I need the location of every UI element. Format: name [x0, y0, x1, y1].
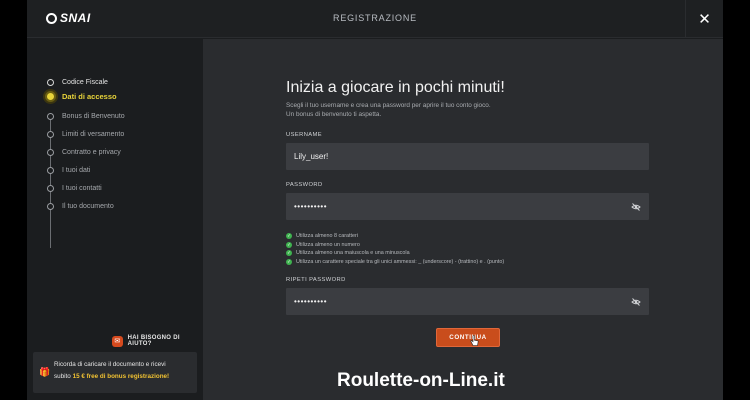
password-rule: ✓ Utilizza almeno una maiuscola e una min… [286, 249, 504, 258]
repeat-password-input[interactable] [286, 288, 649, 315]
repeat-password-mask: •••••••••• [294, 297, 328, 306]
hand-cursor-icon [470, 335, 479, 346]
step-label: Codice Fiscale [62, 78, 108, 86]
help-label: HAI BISOGNO DI AIUTO? [127, 335, 180, 347]
eye-slash-icon[interactable] [631, 297, 641, 307]
sidebar-step: Contratto e privacy [46, 145, 121, 159]
step-label: Contratto e privacy [62, 148, 121, 156]
rule-text: Utilizza almeno una maiuscola e una minu… [296, 250, 410, 257]
password-label: PASSWORD [286, 182, 323, 188]
step-dot-icon [47, 148, 54, 156]
form-subtitle: Scegli il tuo username e crea una passwo… [286, 101, 491, 119]
rule-text: Utilizza almeno un numero [296, 241, 360, 248]
username-label: USERNAME [286, 132, 323, 138]
step-label: I tuoi dati [62, 166, 91, 174]
sidebar-step: Limiti di versamento [46, 127, 124, 141]
password-rule: ✓ Utilizza almeno un numero [286, 241, 504, 250]
step-label: Il tuo documento [62, 202, 114, 210]
step-label: Limiti di versamento [62, 130, 125, 138]
rule-text: Utilizza almeno 8 caratteri [296, 233, 359, 240]
form-title: Inizia a giocare in pochi minuti! [286, 79, 505, 96]
step-dot-icon [47, 78, 54, 86]
check-icon: ✓ [286, 250, 292, 257]
rule-text: Utilizza un carattere speciale tra gli u… [296, 258, 505, 265]
check-icon: ✓ [286, 233, 292, 240]
help-button[interactable]: ✉ HAI BISOGNO DI AIUTO? [112, 335, 203, 347]
password-mask: •••••••••• [294, 202, 328, 211]
page-title: REGISTRAZIONE [333, 13, 417, 23]
sidebar-step: I tuoi contatti [46, 181, 102, 195]
promo-text-line1: Ricorda di caricare il documento e ricev… [54, 361, 166, 368]
password-rule: ✓ Utilizza un carattere speciale tra gli … [286, 258, 504, 267]
sidebar-step: Il tuo documento [46, 199, 114, 213]
step-label: Bonus di Benvenuto [62, 112, 125, 120]
step-dot-icon [45, 90, 56, 102]
password-rules-list: ✓ Utilizza almeno 8 caratteri ✓ Utilizza al… [286, 232, 504, 266]
username-input[interactable] [286, 143, 649, 170]
promo-banner: 🎁 Ricorda di caricare il documento e ric… [33, 352, 197, 393]
sidebar-step: I tuoi dati [46, 163, 90, 177]
steps-sidebar: Codice Fiscale Dati di accesso Bonus di Be… [27, 39, 203, 400]
step-dot-icon [47, 112, 54, 120]
subtitle-line1: Scegli il tuo username e crea una passwo… [286, 102, 491, 109]
step-label: Dati di accesso [62, 91, 117, 101]
registration-modal: SNAI REGISTRAZIONE ✕ Codice Fiscale Dati … [27, 0, 723, 400]
check-icon: ✓ [286, 258, 292, 265]
close-button[interactable]: ✕ [685, 0, 723, 38]
close-icon: ✕ [698, 10, 711, 28]
sidebar-step: Dati di accesso [45, 89, 117, 103]
step-dot-icon [47, 184, 54, 192]
chat-icon: ✉ [112, 335, 123, 347]
watermark-text: Roulette-on-Line.it [337, 370, 505, 391]
modal-header: SNAI REGISTRAZIONE ✕ [27, 0, 723, 38]
promo-prefix: subito [54, 373, 71, 380]
repeat-password-label: RIPETI PASSWORD [286, 277, 346, 283]
step-dot-icon [47, 202, 54, 210]
step-dot-icon [47, 166, 54, 174]
sidebar-step: Codice Fiscale [46, 75, 108, 89]
gift-icon: 🎁 [39, 367, 51, 377]
subtitle-line2: Un bonus di benvenuto ti aspetta. [286, 111, 382, 118]
main-form-panel: Inizia a giocare in pochi minuti! Scegli… [203, 39, 723, 400]
promo-suffix: free di bonus registrazione! [86, 373, 170, 380]
check-icon: ✓ [286, 241, 292, 248]
promo-text-line2: subito 15 € free di bonus registrazione! [54, 373, 169, 380]
step-dot-icon [47, 130, 54, 138]
sidebar-step: Bonus di Benvenuto [46, 109, 125, 123]
password-input[interactable] [286, 193, 649, 220]
continue-button[interactable]: CONTINUA [436, 328, 500, 347]
step-label: I tuoi contatti [62, 184, 102, 192]
password-rule: ✓ Utilizza almeno 8 caratteri [286, 232, 504, 241]
screen-frame: SNAI REGISTRAZIONE ✕ Codice Fiscale Dati … [0, 0, 750, 400]
promo-amount: 15 € [72, 373, 85, 380]
eye-slash-icon[interactable] [631, 202, 641, 212]
